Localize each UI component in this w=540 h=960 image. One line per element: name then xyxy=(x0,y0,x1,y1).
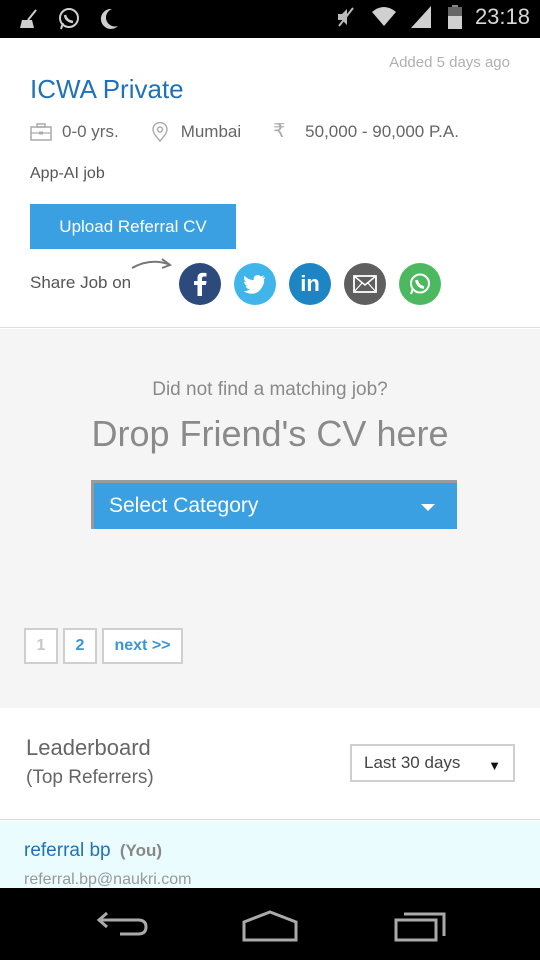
upload-referral-cv-button[interactable]: Upload Referral CV xyxy=(30,204,236,249)
navigation-bar xyxy=(0,888,540,960)
clock: 23:18 xyxy=(474,4,530,29)
share-buttons: in xyxy=(179,263,441,305)
location-pin-icon xyxy=(151,122,168,142)
facebook-icon xyxy=(194,272,207,296)
email-share-button[interactable] xyxy=(344,263,386,305)
battery-icon xyxy=(447,5,462,29)
category-select-value: Select Category xyxy=(109,494,259,517)
drop-cv-section: Did not find a matching job? Drop Friend… xyxy=(0,329,540,708)
page-2-button[interactable]: 2 xyxy=(63,628,97,664)
leaderboard-entry[interactable]: referral bp (You) referral.bp@naukri.com xyxy=(0,821,540,888)
pagination: 1 2 next >> xyxy=(24,628,183,664)
briefcase-icon xyxy=(30,123,52,141)
wifi-icon xyxy=(371,7,396,26)
linkedin-share-button[interactable]: in xyxy=(289,263,331,305)
recent-apps-icon[interactable] xyxy=(390,908,450,944)
job-meta: 0-0 yrs. Mumbai ₹ 50,000 - 90,000 P.A. xyxy=(30,122,459,142)
whatsapp-icon xyxy=(59,8,79,30)
leaderboard-title: Leaderboard xyxy=(26,735,151,760)
next-page-button[interactable]: next >> xyxy=(102,628,183,664)
moon-icon xyxy=(100,8,118,29)
share-label: Share Job on xyxy=(30,273,132,292)
you-badge: (You) xyxy=(119,841,163,860)
drop-title: Drop Friend's CV here xyxy=(91,413,449,454)
rupee-icon: ₹ xyxy=(273,121,286,142)
leaderboard-subtitle: (Top Referrers) xyxy=(26,767,154,788)
category-select[interactable]: Select Category xyxy=(91,480,457,529)
salary: ₹ 50,000 - 90,000 P.A. xyxy=(273,122,459,142)
location: Mumbai xyxy=(149,122,241,142)
linkedin-icon: in xyxy=(300,271,320,296)
mute-icon xyxy=(337,7,354,27)
whatsapp-icon xyxy=(410,273,430,295)
back-icon[interactable] xyxy=(90,908,150,944)
signal-icon xyxy=(410,6,431,28)
curved-arrow-icon xyxy=(131,258,173,269)
period-select-value: Last 30 days xyxy=(364,753,461,772)
page-content: Added 5 days ago ICWA Private 0-0 yrs. M… xyxy=(0,38,540,888)
experience: 0-0 yrs. xyxy=(30,122,119,142)
page-1-button[interactable]: 1 xyxy=(24,628,58,664)
referrer-name-line: referral bp (You) xyxy=(24,840,162,862)
status-bar: 23:18 xyxy=(0,0,540,38)
home-icon[interactable] xyxy=(240,908,300,944)
period-select[interactable]: Last 30 days ▼ xyxy=(350,744,515,782)
twitter-icon xyxy=(243,275,265,294)
location-value: Mumbai xyxy=(180,122,242,141)
job-description: App-AI job xyxy=(30,165,105,182)
job-card[interactable]: Added 5 days ago ICWA Private 0-0 yrs. M… xyxy=(0,38,540,328)
dropdown-arrow-icon: ▼ xyxy=(488,758,501,773)
envelope-icon xyxy=(353,275,377,293)
drop-question: Did not find a matching job? xyxy=(152,379,388,400)
whatsapp-share-button[interactable] xyxy=(399,263,441,305)
referrer-email: referral.bp@naukri.com xyxy=(24,871,192,888)
twitter-share-button[interactable] xyxy=(234,263,276,305)
company-name[interactable]: ICWA Private xyxy=(30,74,184,105)
facebook-share-button[interactable] xyxy=(179,263,221,305)
experience-value: 0-0 yrs. xyxy=(62,122,119,141)
cleaner-icon xyxy=(20,9,37,28)
posted-date: Added 5 days ago xyxy=(389,54,510,71)
salary-value: 50,000 - 90,000 P.A. xyxy=(305,122,459,141)
leaderboard-header: Leaderboard (Top Referrers) Last 30 days… xyxy=(0,708,540,820)
referrer-name[interactable]: referral bp xyxy=(24,840,111,861)
chevron-down-icon xyxy=(421,504,435,511)
